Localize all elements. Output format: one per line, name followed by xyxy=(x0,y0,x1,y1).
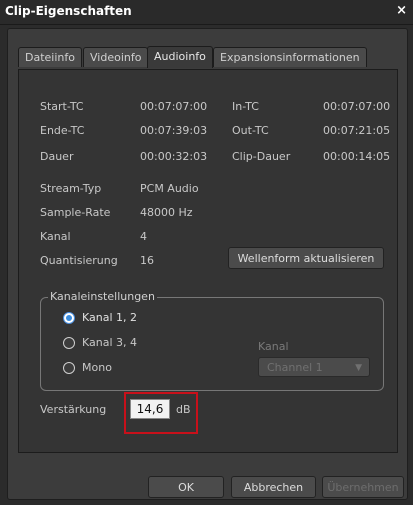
tab-audioinfo[interactable]: Audioinfo xyxy=(147,46,213,68)
end-tc-label: Ende-TC xyxy=(40,124,85,137)
radio-mono-label[interactable]: Mono xyxy=(82,361,112,374)
chevron-down-icon: ▼ xyxy=(355,363,362,373)
ok-button[interactable]: OK xyxy=(148,476,224,498)
channel-count-value: 4 xyxy=(140,230,147,243)
duration-label: Dauer xyxy=(40,150,74,163)
sample-rate-value: 48000 Hz xyxy=(140,206,193,219)
channel-select[interactable]: Channel 1 ▼ xyxy=(258,357,370,377)
tab-expansionsinformationen[interactable]: Expansionsinformationen xyxy=(213,47,367,67)
channel-settings-title: Kanaleinstellungen xyxy=(48,290,157,303)
tab-videoinfo[interactable]: Videoinfo xyxy=(83,47,149,67)
tab-dateiinfo[interactable]: Dateiinfo xyxy=(18,47,82,67)
start-tc-value: 00:07:07:00 xyxy=(140,100,208,113)
quantization-label: Quantisierung xyxy=(40,254,118,267)
channel-select-label: Kanal xyxy=(258,340,289,353)
end-tc-value: 00:07:39:03 xyxy=(140,124,208,137)
radio-channel-3-4-label[interactable]: Kanal 3, 4 xyxy=(82,336,137,349)
radio-channel-1-2[interactable] xyxy=(63,312,75,324)
sample-rate-label: Sample-Rate xyxy=(40,206,111,219)
window-title: Clip-Eigenschaften xyxy=(5,4,132,18)
radio-mono[interactable] xyxy=(63,362,75,374)
cancel-button[interactable]: Abbrechen xyxy=(231,476,316,498)
duration-value: 00:00:32:03 xyxy=(140,150,208,163)
in-tc-label: In-TC xyxy=(232,100,259,113)
quantization-value: 16 xyxy=(140,254,154,267)
close-icon[interactable]: × xyxy=(396,3,407,18)
update-waveform-button[interactable]: Wellenform aktualisieren xyxy=(228,247,384,269)
in-tc-value: 00:07:07:00 xyxy=(323,100,391,113)
radio-channel-3-4[interactable] xyxy=(63,337,75,349)
out-tc-label: Out-TC xyxy=(232,124,269,137)
title-bar: Clip-Eigenschaften × xyxy=(0,0,413,25)
gain-label: Verstärkung xyxy=(40,403,107,416)
out-tc-value: 00:07:21:05 xyxy=(323,124,391,137)
channel-count-label: Kanal xyxy=(40,230,71,243)
apply-button[interactable]: Übernehmen xyxy=(322,476,404,498)
clip-duration-value: 00:00:14:05 xyxy=(323,150,391,163)
start-tc-label: Start-TC xyxy=(40,100,84,113)
gain-highlight-box xyxy=(124,392,198,434)
stream-type-value: PCM Audio xyxy=(140,182,199,195)
clip-duration-label: Clip-Dauer xyxy=(232,150,291,163)
radio-channel-1-2-label[interactable]: Kanal 1, 2 xyxy=(82,311,137,324)
channel-select-value: Channel 1 xyxy=(267,361,323,374)
stream-type-label: Stream-Typ xyxy=(40,182,102,195)
